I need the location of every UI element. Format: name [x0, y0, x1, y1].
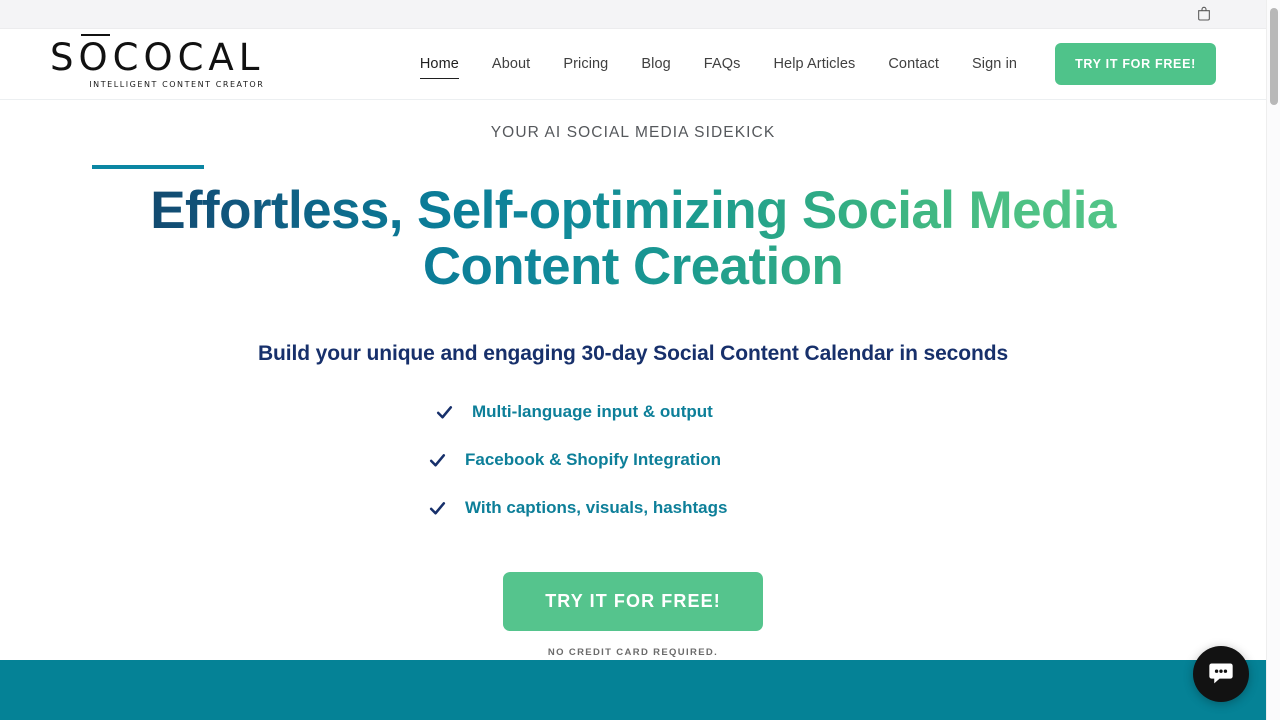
hero-accent-rule: [92, 165, 204, 169]
main-navigation: Home About Pricing Blog FAQs Help Articl…: [419, 43, 1216, 85]
nav-item-contact[interactable]: Contact: [888, 50, 939, 78]
feature-label: With captions, visuals, hashtags: [465, 498, 728, 518]
hero-no-credit-card-note: NO CREDIT CARD REQUIRED.: [547, 647, 719, 659]
feature-label: Facebook & Shopify Integration: [465, 450, 721, 470]
feature-item: Facebook & Shopify Integration: [423, 450, 843, 470]
feature-label: Multi-language input & output: [472, 402, 713, 422]
hero-title: Effortless, Self-optimizing Social Media…: [78, 182, 1188, 295]
check-icon: [429, 453, 446, 467]
hero-try-it-free-button[interactable]: TRY IT FOR FREE!: [503, 572, 763, 632]
nav-item-pricing[interactable]: Pricing: [563, 50, 608, 78]
hero-section: YOUR AI SOCIAL MEDIA SIDEKICK Effortless…: [0, 100, 1266, 658]
teal-section-band: [0, 660, 1266, 720]
chat-bubble-icon: [1209, 663, 1233, 684]
shopping-bag-icon: [1198, 6, 1210, 21]
header-try-it-free-button[interactable]: TRY IT FOR FREE!: [1055, 43, 1216, 85]
brand-wordmark-part2: COCAL: [112, 35, 265, 79]
brand-tagline: INTELLIGENT CONTENT CREATOR: [89, 80, 265, 90]
site-header: SOCOCAL INTELLIGENT CONTENT CREATOR Home…: [0, 29, 1266, 100]
brand-wordmark-part1: S: [50, 35, 79, 79]
cart-button[interactable]: [1196, 6, 1212, 22]
nav-item-sign-in[interactable]: Sign in: [972, 50, 1017, 78]
nav-item-about[interactable]: About: [492, 50, 530, 78]
brand-wordmark: SOCOCAL: [50, 33, 265, 79]
nav-item-home[interactable]: Home: [419, 50, 459, 79]
brand-logo[interactable]: SOCOCAL INTELLIGENT CONTENT CREATOR: [50, 33, 265, 90]
feature-item: Multi-language input & output: [423, 402, 843, 422]
utility-bar: [0, 0, 1266, 29]
page-scrollbar[interactable]: [1266, 0, 1280, 720]
nav-item-help-articles[interactable]: Help Articles: [773, 50, 855, 78]
check-icon: [436, 405, 453, 419]
hero-subtitle: Build your unique and engaging 30-day So…: [257, 342, 1009, 366]
brand-wordmark-macron-o: O: [78, 33, 113, 79]
page-scrollbar-thumb[interactable]: [1270, 8, 1278, 105]
nav-item-blog[interactable]: Blog: [641, 50, 670, 78]
nav-item-faqs[interactable]: FAQs: [704, 50, 741, 78]
feature-list: Multi-language input & output Facebook &…: [423, 402, 843, 518]
check-icon: [429, 501, 446, 515]
hero-eyebrow: YOUR AI SOCIAL MEDIA SIDEKICK: [490, 124, 776, 141]
feature-item: With captions, visuals, hashtags: [423, 498, 843, 518]
chat-widget-button[interactable]: [1193, 646, 1249, 702]
